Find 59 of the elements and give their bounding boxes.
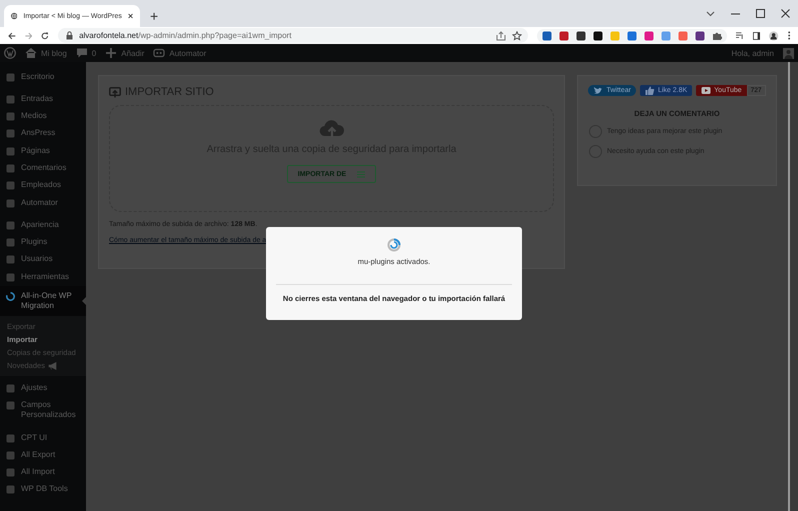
sidebar-item[interactable]: All-in-One WP Migration [0,286,86,316]
close-icon[interactable] [781,9,790,18]
star-icon[interactable] [512,30,522,40]
play-icon [701,86,712,95]
address-field[interactable]: alvarofontela.net/wp-admin/admin.php?page=ai1wm_import [58,28,528,43]
thumbs-up-icon [644,86,655,95]
sidebar-item[interactable]: Campos Personalizados [0,396,86,424]
puzzle-icon[interactable] [712,30,722,40]
megaphone-icon [48,362,57,370]
sidebar-item[interactable]: All Import [0,464,86,481]
wordpress-logo-icon[interactable] [4,47,16,59]
more-menu-icon[interactable] [788,30,790,41]
extension-icon[interactable] [576,30,586,40]
sidebar-item[interactable]: Páginas [0,142,86,160]
back-arrow-icon[interactable] [8,30,16,40]
speech-bubble-icon [76,47,88,59]
spinner-icon [387,238,401,252]
maximize-icon[interactable] [756,9,765,18]
chevron-down-icon[interactable] [706,10,715,16]
sidebar-item[interactable]: Empleados [0,176,86,194]
sidebar-item[interactable]: All Export [0,446,86,464]
new-tab-button[interactable]: + [144,5,164,27]
extension-icon[interactable] [593,30,604,40]
sidebar-item[interactable]: AnsPress [0,124,86,142]
extension-icon[interactable] [695,30,706,40]
sidebar-item[interactable]: CPT UI [0,429,86,446]
home-icon [25,47,37,59]
minimize-icon[interactable] [731,12,740,14]
sidebar-item[interactable]: Escritorio [0,68,86,86]
sidebar-item[interactable]: Plugins [0,234,86,251]
globe-icon [11,11,18,21]
upload-screen-icon [109,86,121,98]
admin-bar-link[interactable]: Mi blog [25,47,67,59]
side-panel-icon[interactable] [752,30,760,40]
bird-icon [593,86,604,95]
sidebar-item[interactable]: Apariencia [0,216,86,234]
sidebar-item[interactable]: Herramientas [0,268,86,286]
robot-icon [153,47,166,59]
sidebar-item[interactable]: Comentarios [0,159,86,177]
lock-icon [66,31,74,40]
admin-bar-link[interactable]: 0 [76,47,96,59]
reload-icon[interactable] [41,30,50,40]
sidebar-item[interactable]: WP DB Tools [0,480,86,498]
close-icon[interactable] [128,12,133,20]
url-text: alvarofontela.net/wp-admin/admin.php?page=ai1wm_import [79,31,292,40]
sidebar-item[interactable]: Medios [0,108,86,125]
cloud-upload-icon [318,119,344,139]
sidebar-item[interactable]: Ajustes [0,379,86,396]
plus-icon [105,47,118,59]
sidebar-item[interactable]: Usuarios [0,250,86,268]
sidebar-item[interactable]: Automator [0,194,86,212]
sidebar-item[interactable]: Entradas [0,90,86,108]
admin-bar-link[interactable]: Automator [153,47,206,59]
avatar-icon[interactable] [769,30,779,42]
admin-bar-link[interactable]: Añadir [105,47,144,59]
scrollbar[interactable] [788,62,798,511]
reading-list-icon[interactable] [736,31,744,40]
share-icon[interactable] [496,30,506,40]
greeting-link[interactable]: Hola, admin [731,48,774,58]
